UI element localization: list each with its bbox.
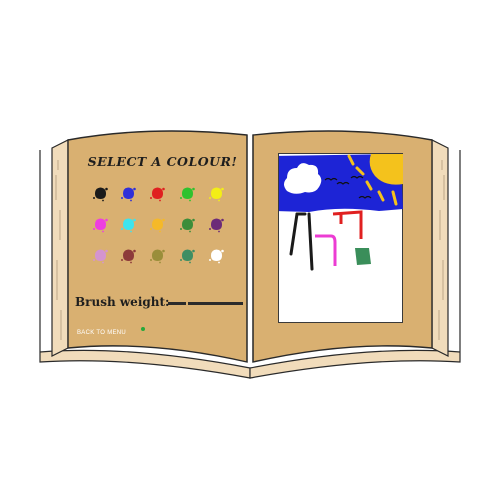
book-spine [246, 135, 254, 362]
book-right-side-stack [431, 139, 449, 357]
drawing-black-strokes [289, 212, 314, 271]
colour-swatch-lilac[interactable] [93, 248, 108, 264]
colour-swatch-blue[interactable] [121, 186, 136, 202]
cursor-dot [141, 327, 145, 331]
book-left-side-stack [51, 139, 69, 357]
open-book [39, 130, 461, 379]
colour-swatch-dark-green[interactable] [180, 217, 195, 233]
colour-swatch-cyan[interactable] [121, 217, 136, 233]
brush-weight-thin[interactable] [168, 302, 186, 305]
brush-weight-thick[interactable] [188, 302, 243, 305]
brush-weight-label: Brush weight: [75, 295, 170, 309]
colour-swatch-maroon[interactable] [121, 248, 136, 264]
colour-swatch-pink[interactable] [93, 217, 108, 233]
colour-swatch-purple[interactable] [209, 217, 224, 233]
colour-swatch-white[interactable] [209, 248, 224, 264]
colour-swatch-yellow[interactable] [209, 186, 224, 202]
colour-swatch-green[interactable] [180, 186, 195, 202]
drawing-green-block [355, 248, 371, 265]
drawing-red-stroke [332, 210, 363, 239]
colour-swatch-orange[interactable] [150, 217, 165, 233]
select-colour-title: SELECT A COLOUR! [87, 154, 238, 169]
back-to-menu-button[interactable]: BACK TO MENU [77, 330, 126, 336]
colour-swatch-red[interactable] [150, 186, 165, 202]
colour-swatch-black[interactable] [93, 186, 108, 202]
drawing-canvas[interactable] [275, 153, 403, 323]
drawing-pink-stroke [315, 234, 337, 266]
drawing-content [275, 154, 403, 271]
colour-swatch-teal-green[interactable] [180, 248, 195, 264]
colour-swatch-olive[interactable] [150, 248, 165, 264]
